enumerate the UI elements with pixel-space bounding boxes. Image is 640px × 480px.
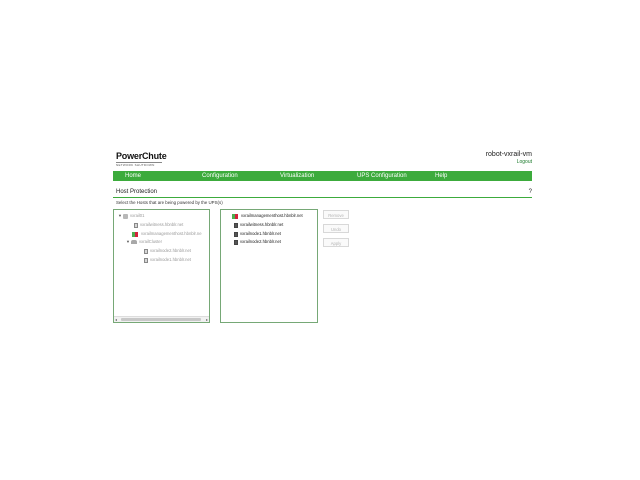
list-item-management-host[interactable]: vxrailmanagementhost.hbnblr.net: [232, 212, 303, 220]
available-hosts-tree[interactable]: ▼ vxrail01 vxrailwitness.hbnblr.net vxra…: [113, 209, 210, 323]
page-title: Host Protection: [116, 189, 158, 195]
management-host-icon: [232, 213, 239, 219]
list-item-label: vxrailnode1.hbnblr.net: [240, 231, 281, 236]
list-item-node2[interactable]: vxrailnode2.hbnblr.net: [234, 238, 281, 246]
nav-virtualization[interactable]: Virtualization: [280, 172, 314, 180]
remove-button[interactable]: Remove: [323, 210, 349, 219]
management-host-icon: [132, 231, 139, 237]
instructions-text: Select the Hosts that are being powered …: [116, 200, 223, 205]
tree-item-node2[interactable]: vxrailnode2.hbnblr.net: [144, 247, 191, 255]
tree-item-label: vxrailmanagementhost.hbnblr.ne: [141, 231, 202, 236]
vm-host-icon: [234, 231, 238, 237]
nav-ups-configuration[interactable]: UPS Configuration: [357, 172, 407, 180]
main-nav-bar: Home Configuration Virtualization UPS Co…: [113, 171, 532, 181]
tree-item-label: vxrail01: [130, 213, 145, 218]
tree-item-cluster[interactable]: ▼ vxrailCluster: [125, 238, 162, 246]
nav-home[interactable]: Home: [125, 172, 141, 180]
tree-item-label: vxrailnode1.hbnblr.net: [150, 257, 191, 262]
nav-help[interactable]: Help: [435, 172, 447, 180]
list-item-witness[interactable]: vxrailwitness.hbnblr.net: [234, 221, 283, 229]
section-divider: [113, 197, 532, 198]
powerchute-logo: PowerChute NETWORK SHUTDOWN: [116, 151, 167, 167]
vm-host-icon: [234, 239, 238, 245]
list-item-node1[interactable]: vxrailnode1.hbnblr.net: [234, 230, 281, 238]
vm-host-icon: [234, 222, 238, 228]
tree-item-label: vxrailnode2.hbnblr.net: [150, 248, 191, 253]
selected-hosts-list[interactable]: vxrailmanagementhost.hbnblr.net vxrailwi…: [220, 209, 318, 323]
list-item-label: vxrailnode2.hbnblr.net: [240, 239, 281, 244]
vm-host-icon: [134, 222, 138, 228]
list-item-label: vxrailmanagementhost.hbnblr.net: [241, 213, 303, 218]
vm-host-icon: [144, 257, 148, 263]
help-button[interactable]: ?: [529, 189, 532, 195]
nav-configuration[interactable]: Configuration: [202, 172, 238, 180]
list-item-label: vxrailwitness.hbnblr.net: [240, 222, 284, 227]
apply-button[interactable]: Apply: [323, 238, 349, 247]
tree-item-management-host[interactable]: vxrailmanagementhost.hbnblr.ne: [132, 230, 202, 238]
vm-host-icon: [144, 248, 148, 254]
tree-item-node1[interactable]: vxrailnode1.hbnblr.net: [144, 256, 191, 264]
logo-subtext: NETWORK SHUTDOWN: [116, 162, 162, 167]
scroll-left-icon[interactable]: ◂: [115, 317, 117, 322]
logout-link[interactable]: Logout: [517, 159, 532, 165]
logo-text: PowerChute: [116, 151, 167, 161]
tree-item-datacenter[interactable]: ▼ vxrail01: [117, 212, 144, 220]
tree-item-witness[interactable]: vxrailwitness.hbnblr.net: [134, 221, 183, 229]
undo-button[interactable]: Undo: [323, 224, 349, 233]
cluster-icon: [131, 240, 137, 244]
scroll-right-icon[interactable]: ▸: [206, 317, 208, 322]
scrollbar-thumb[interactable]: [121, 318, 201, 321]
datacenter-icon: [123, 213, 128, 219]
horizontal-scrollbar[interactable]: ◂ ▸: [114, 316, 209, 322]
tree-item-label: vxrailwitness.hbnblr.net: [140, 222, 184, 227]
host-name: robot-vxrail-vm: [485, 151, 532, 158]
tree-item-label: vxrailCluster: [139, 239, 163, 244]
